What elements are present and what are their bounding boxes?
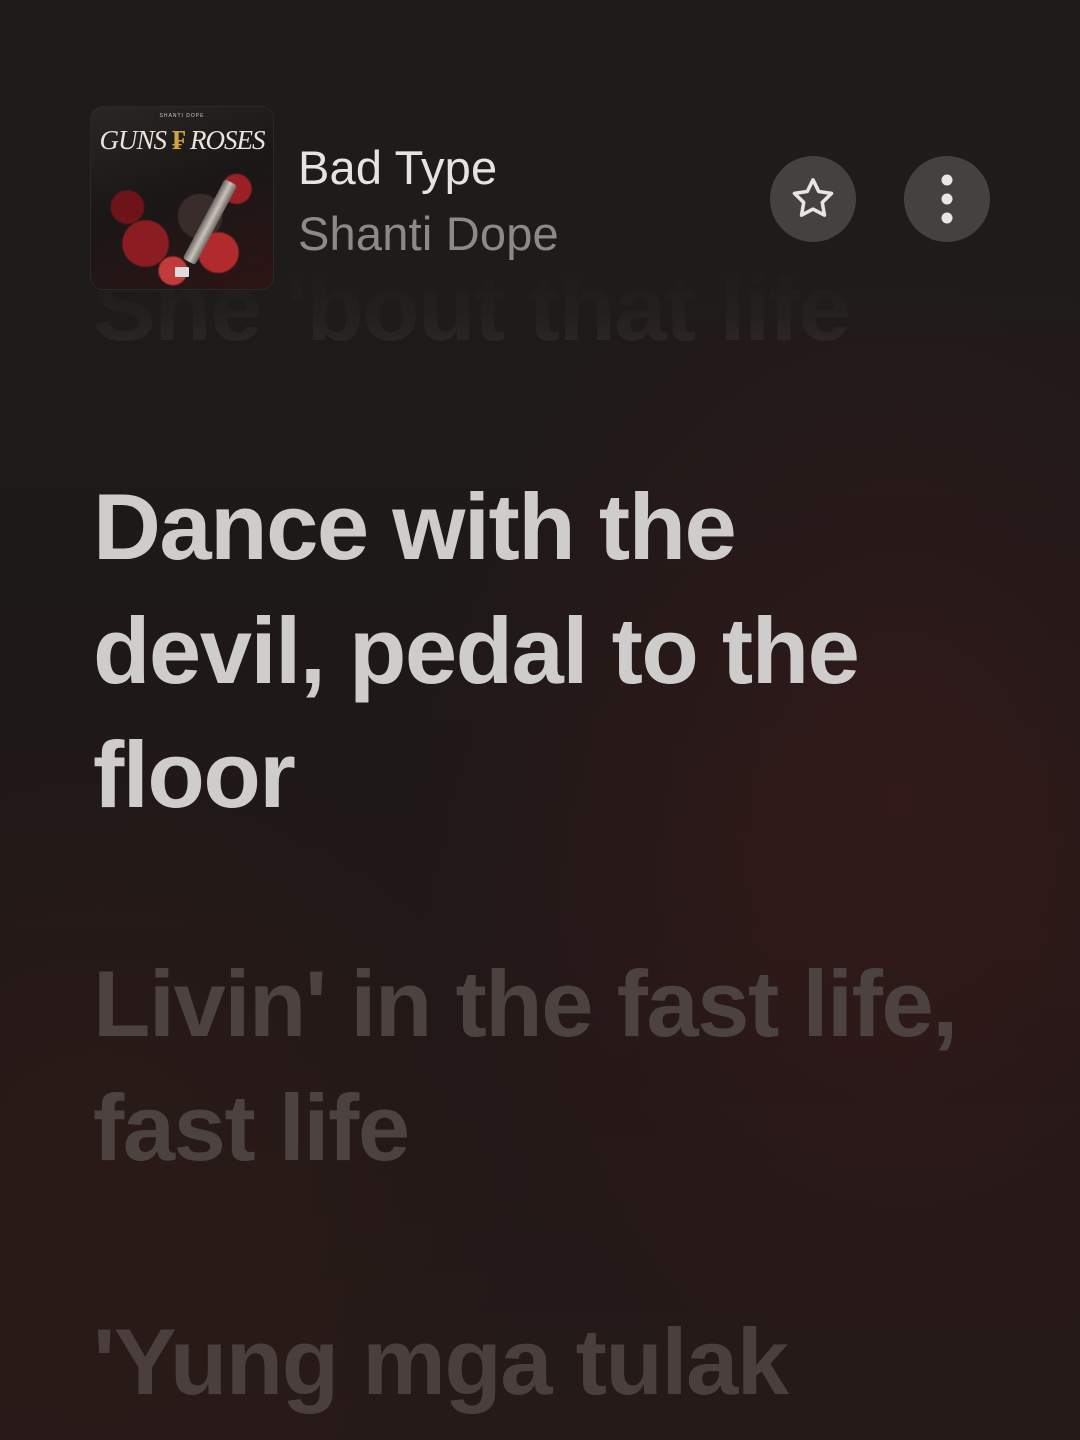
artwork-advisory-badge [175,267,189,277]
now-playing-header: SHANTI DOPE GUNS ₣ ROSES Bad Type Shanti… [0,0,1080,300]
lyric-line-next[interactable]: Livin' in the fast life, fast life [93,942,973,1190]
vertical-ellipsis-icon [941,174,953,224]
favorite-button[interactable] [770,156,856,242]
artwork-title-right: ROSES [190,125,265,155]
lyric-line-upcoming[interactable]: 'Yung mga tulak [93,1300,973,1424]
lyric-line-current[interactable]: Dance with the devil, pedal to the floor [93,465,973,837]
artwork-title: GUNS ₣ ROSES [91,125,273,156]
artwork-artist-text: SHANTI DOPE [159,113,205,119]
artwork-title-left: GUNS [99,125,168,155]
song-artist[interactable]: Shanti Dope [298,206,559,261]
artwork-title-mark: ₣ [171,125,185,155]
star-outline-icon [792,178,834,217]
album-artwork[interactable]: SHANTI DOPE GUNS ₣ ROSES [91,107,273,289]
more-options-button[interactable] [904,156,990,242]
song-title[interactable]: Bad Type [298,140,497,195]
artwork-blade-graphic [182,178,238,266]
